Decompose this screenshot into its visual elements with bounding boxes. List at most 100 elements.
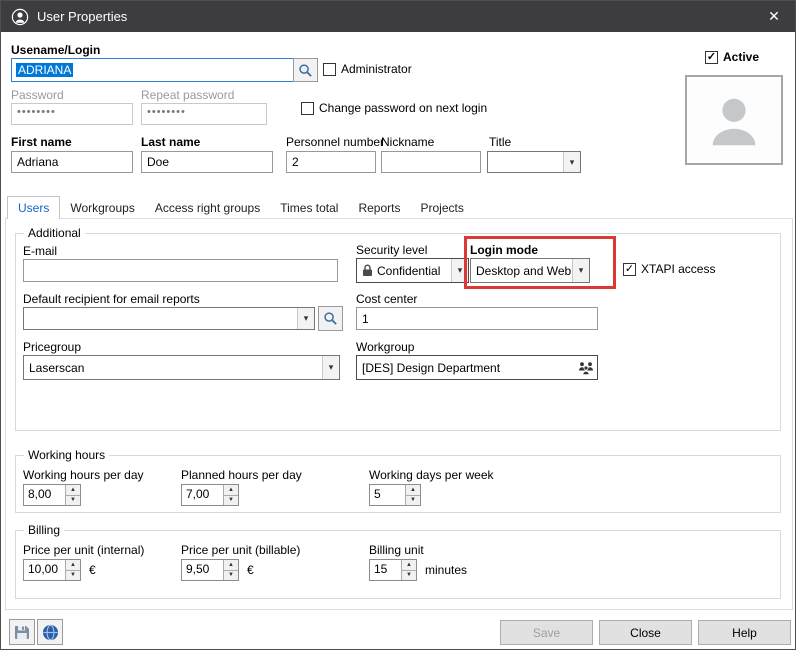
title-dropdown[interactable]: ▾ — [487, 151, 581, 173]
spinner-up-icon[interactable]: ▲ — [224, 560, 238, 571]
red-highlight-annotation — [464, 236, 616, 289]
tab-workgroups[interactable]: Workgroups — [60, 198, 144, 219]
working-hours-per-day-value: 8,00 — [24, 485, 65, 505]
web-sync-button[interactable] — [37, 619, 63, 645]
repeat-password-input[interactable]: •••••••• — [141, 103, 267, 125]
working-days-per-week-value: 5 — [370, 485, 405, 505]
pricegroup-value: Laserscan — [29, 361, 322, 375]
working-days-per-week-spinner[interactable]: 5 ▲▼ — [369, 484, 421, 506]
billing-group-label: Billing — [24, 523, 64, 538]
security-level-dropdown[interactable]: Confidential ▾ — [356, 258, 469, 283]
working-hours-group-label: Working hours — [24, 448, 109, 463]
change-password-checkbox[interactable]: Change password on next login — [301, 101, 487, 115]
xtapi-access-checkbox[interactable]: ✓ XTAPI access — [623, 262, 715, 276]
security-level-value: Confidential — [377, 264, 451, 278]
username-label: Usename/Login — [11, 43, 100, 57]
personnel-number-input[interactable] — [286, 151, 376, 173]
cost-center-label: Cost center — [356, 292, 417, 306]
change-password-checkbox-box — [301, 102, 314, 115]
spinner-down-icon[interactable]: ▼ — [224, 496, 238, 506]
planned-hours-per-day-spinner[interactable]: 7,00 ▲▼ — [181, 484, 239, 506]
tab-users[interactable]: Users — [7, 196, 60, 219]
user-properties-dialog: User Properties ✕ Usename/Login ADRIANA … — [0, 0, 796, 650]
active-checkbox-box: ✓ — [705, 51, 718, 64]
last-name-label: Last name — [141, 135, 200, 149]
email-input[interactable] — [23, 259, 338, 282]
spinner-up-icon[interactable]: ▲ — [66, 485, 80, 496]
tab-access-right-groups[interactable]: Access right groups — [145, 198, 270, 219]
price-billable-label: Price per unit (billable) — [181, 543, 300, 557]
administrator-label: Administrator — [341, 62, 412, 76]
save-tool-button[interactable] — [9, 619, 35, 645]
nickname-label: Nickname — [381, 135, 434, 149]
chevron-down-icon: ▾ — [322, 356, 339, 379]
workgroup-label: Workgroup — [356, 340, 414, 354]
billing-unit-suffix: minutes — [425, 563, 467, 577]
personnel-number-label: Personnel number — [286, 135, 384, 149]
password-input[interactable]: •••••••• — [11, 103, 133, 125]
pricegroup-label: Pricegroup — [23, 340, 81, 354]
billing-unit-spinner[interactable]: 15 ▲▼ — [369, 559, 417, 581]
additional-group-label: Additional — [24, 226, 85, 241]
password-label: Password — [11, 88, 64, 102]
price-internal-currency: € — [89, 563, 96, 577]
nickname-input[interactable] — [381, 151, 481, 173]
planned-hours-per-day-label: Planned hours per day — [181, 468, 302, 482]
username-search-button[interactable] — [293, 58, 318, 82]
price-internal-label: Price per unit (internal) — [23, 543, 144, 557]
email-label: E-mail — [23, 244, 57, 258]
billing-unit-value: 15 — [370, 560, 401, 580]
administrator-checkbox[interactable]: Administrator — [323, 62, 412, 76]
spinner-up-icon[interactable]: ▲ — [402, 560, 416, 571]
pricegroup-dropdown[interactable]: Laserscan ▾ — [23, 355, 340, 380]
first-name-label: First name — [11, 135, 72, 149]
price-billable-currency: € — [247, 563, 254, 577]
working-hours-per-day-spinner[interactable]: 8,00 ▲▼ — [23, 484, 81, 506]
user-photo-placeholder — [685, 75, 783, 165]
price-billable-value: 9,50 — [182, 560, 223, 580]
workgroup-field[interactable]: [DES] Design Department — [356, 355, 598, 380]
tab-reports[interactable]: Reports — [348, 198, 410, 219]
close-button[interactable]: Close — [599, 620, 692, 645]
spinner-down-icon[interactable]: ▼ — [224, 571, 238, 581]
lock-icon — [362, 264, 373, 277]
active-checkbox[interactable]: ✓ Active — [705, 50, 759, 64]
spinner-down-icon[interactable]: ▼ — [66, 496, 80, 506]
title-label: Title — [489, 135, 511, 149]
xtapi-checkbox-box: ✓ — [623, 263, 636, 276]
title-bar[interactable]: User Properties ✕ — [1, 1, 795, 32]
spinner-down-icon[interactable]: ▼ — [66, 571, 80, 581]
price-internal-value: 10,00 — [24, 560, 65, 580]
username-input[interactable]: ADRIANA — [11, 58, 294, 82]
spinner-up-icon[interactable]: ▲ — [406, 485, 420, 496]
save-button[interactable]: Save — [500, 620, 593, 645]
active-label: Active — [723, 50, 759, 64]
xtapi-access-label: XTAPI access — [641, 262, 715, 276]
first-name-input[interactable] — [11, 151, 133, 173]
spinner-up-icon[interactable]: ▲ — [224, 485, 238, 496]
repeat-password-label: Repeat password — [141, 88, 234, 102]
change-password-label: Change password on next login — [319, 101, 487, 115]
security-level-label: Security level — [356, 243, 427, 257]
help-button[interactable]: Help — [698, 620, 791, 645]
workgroup-people-icon — [578, 361, 594, 375]
spinner-up-icon[interactable]: ▲ — [66, 560, 80, 571]
chevron-down-icon: ▾ — [297, 308, 314, 329]
spinner-down-icon[interactable]: ▼ — [406, 496, 420, 506]
price-internal-spinner[interactable]: 10,00 ▲▼ — [23, 559, 81, 581]
working-hours-per-day-label: Working hours per day — [23, 468, 144, 482]
spinner-down-icon[interactable]: ▼ — [402, 571, 416, 581]
default-recipient-dropdown[interactable]: ▾ — [23, 307, 315, 330]
last-name-input[interactable] — [141, 151, 273, 173]
cost-center-input[interactable] — [356, 307, 598, 330]
administrator-checkbox-box — [323, 63, 336, 76]
price-billable-spinner[interactable]: 9,50 ▲▼ — [181, 559, 239, 581]
default-recipient-search-button[interactable] — [318, 306, 343, 331]
search-icon — [323, 311, 338, 326]
chevron-down-icon: ▾ — [563, 152, 580, 172]
tab-projects[interactable]: Projects — [411, 198, 474, 219]
close-icon[interactable]: ✕ — [763, 8, 785, 25]
globe-icon — [42, 624, 59, 641]
window-title: User Properties — [37, 9, 127, 24]
tab-times-total[interactable]: Times total — [270, 198, 348, 219]
